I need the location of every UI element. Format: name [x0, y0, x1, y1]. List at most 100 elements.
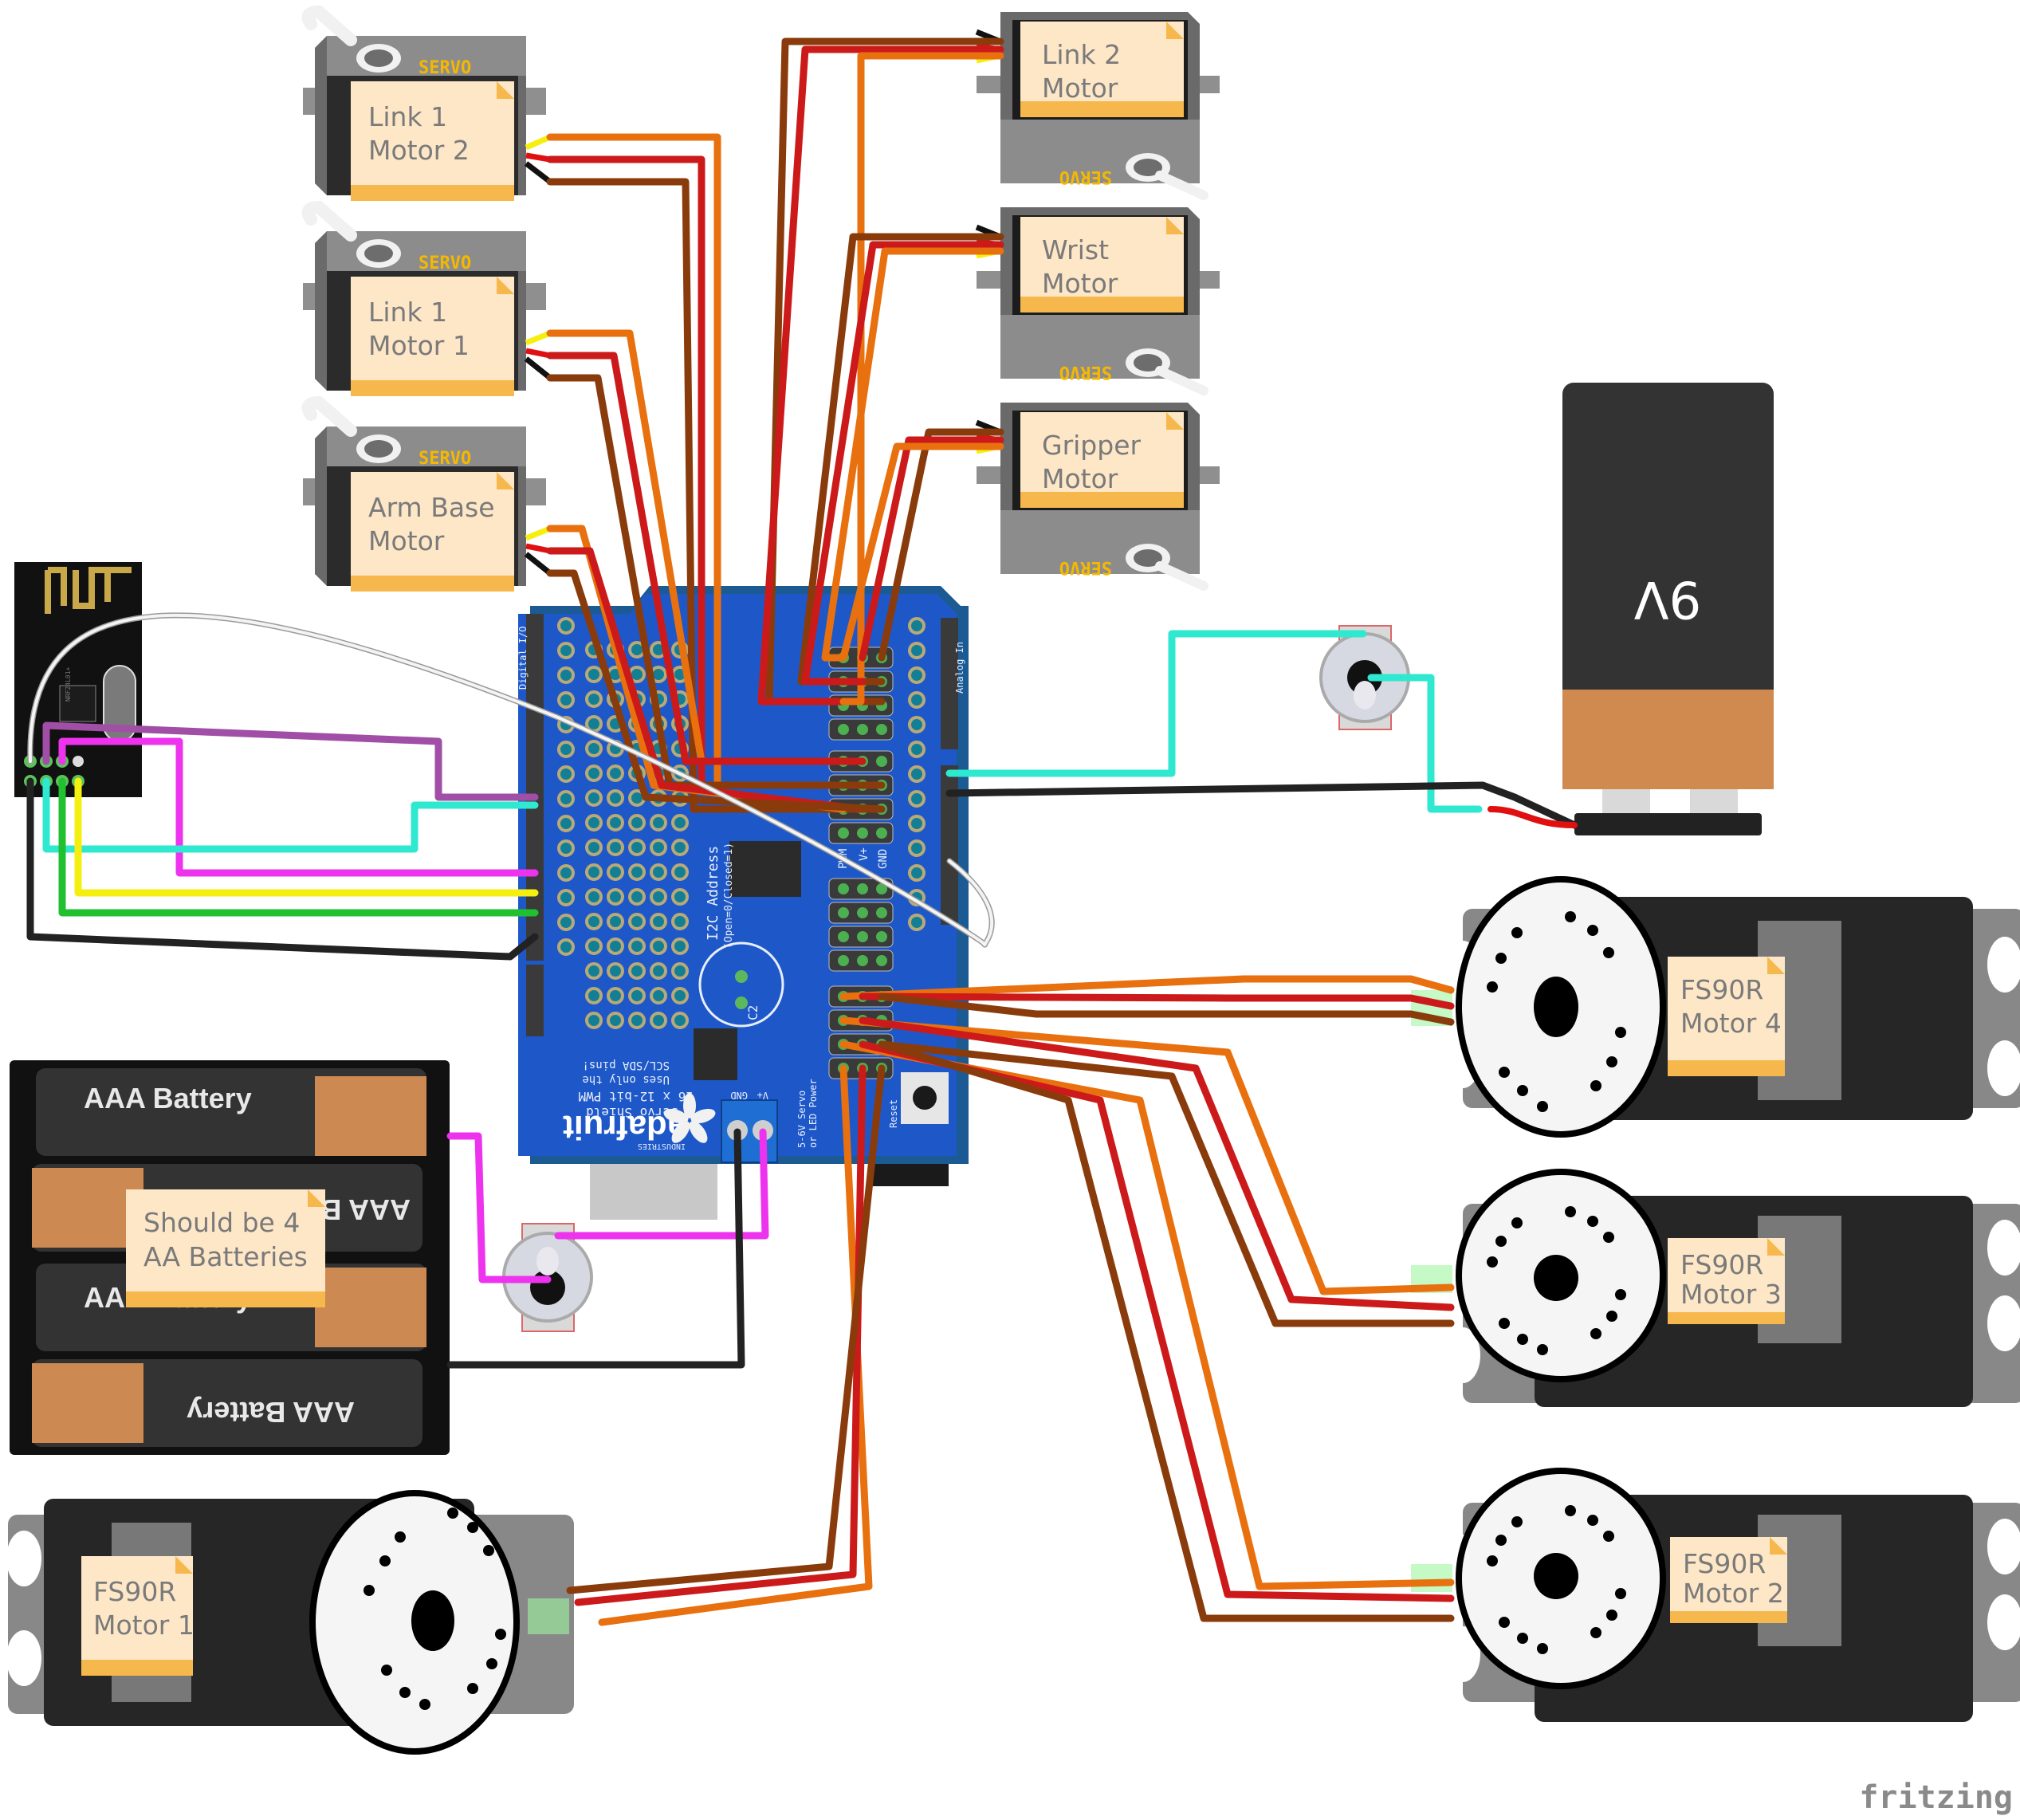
power-note-line1: 5-6V Servo — [796, 1091, 808, 1148]
note-line1: Should be 4 — [143, 1207, 300, 1238]
wire-battery-gnd[interactable] — [945, 781, 1578, 829]
proto-hole — [557, 914, 575, 931]
servo-link1-motor1[interactable]: SERVO Link 1 Motor 1 — [301, 200, 546, 396]
motor-label-line2: Motor 2 — [1683, 1578, 1784, 1609]
pwm-pin — [838, 931, 849, 942]
servo-link1-motor2[interactable]: SERVO Link 1 Motor 2 — [301, 5, 546, 201]
servo-label-line1: Link 1 — [368, 101, 447, 132]
pwm-pin — [857, 931, 868, 942]
aaa-cell-label: AAA Battery — [84, 1082, 252, 1114]
proto-hole — [628, 938, 646, 955]
proto-hole — [557, 741, 575, 758]
adafruit-servo-shield[interactable]: C2 GND V+ Reset Digital I/O Analog In I2… — [517, 586, 969, 1220]
motor-label-line1: FS90R — [1683, 1548, 1766, 1579]
proto-hole — [650, 888, 667, 906]
pwm-pin — [838, 907, 849, 918]
servo-link2-motor[interactable]: SERVO Link 2 Motor — [977, 12, 1220, 200]
motor-label-line1: FS90R — [1680, 1249, 1763, 1280]
servo-label-line2: Motor — [1042, 268, 1118, 299]
proto-hole — [607, 1012, 624, 1029]
capacitor-label: C2 — [745, 1005, 760, 1020]
proto-hole — [908, 914, 926, 931]
proto-hole — [585, 863, 603, 881]
proto-hole — [557, 790, 575, 808]
proto-hole — [585, 962, 603, 980]
aaa-cell-4: AAA Battery — [32, 1359, 422, 1447]
proto-hole — [607, 789, 624, 807]
proto-hole — [628, 987, 646, 1004]
nrf24l01-radio-module[interactable]: NRF24L01+ — [14, 562, 142, 797]
servo-label-line2: Motor — [1042, 73, 1118, 104]
servo-arm-base[interactable]: SERVO Arm Base Motor — [301, 395, 546, 592]
servo-label-line1: Gripper — [1042, 430, 1142, 461]
proto-hole — [628, 962, 646, 980]
motor-label-line2: Motor 1 — [93, 1610, 195, 1641]
proto-hole — [671, 913, 689, 930]
reset-label: Reset — [888, 1099, 899, 1128]
proto-hole — [557, 839, 575, 857]
proto-hole — [607, 888, 624, 906]
servo-label-line1: Link 2 — [1042, 39, 1121, 70]
wire-vin-switch[interactable] — [945, 630, 1367, 777]
pwm-pin — [857, 724, 868, 735]
pwm-pin — [876, 931, 887, 942]
proto-hole — [650, 987, 667, 1004]
servo-leads-left — [524, 134, 552, 576]
i2c-address-sublabel: (Open=0/Closed=1) — [723, 843, 735, 949]
aaa-battery-holder[interactable]: AAA Battery AAA Battery AAA Battery AAA … — [10, 1060, 450, 1455]
battery-9v[interactable]: 9V — [1562, 383, 1774, 835]
proto-hole — [650, 962, 667, 980]
proto-hole — [585, 765, 603, 782]
proto-hole — [671, 888, 689, 906]
proto-hole — [607, 913, 624, 930]
servo-label-line2: Motor — [368, 525, 445, 556]
circuit-diagram: SERVO Link 1 Motor 2 SERVO Link 1 Motor … — [6, 5, 2020, 1816]
proto-hole — [650, 863, 667, 881]
proto-hole — [908, 765, 926, 783]
proto-hole — [607, 765, 624, 782]
proto-hole — [671, 863, 689, 881]
proto-hole — [585, 666, 603, 683]
proto-hole — [628, 913, 646, 930]
servo-case-label: SERVO — [1059, 167, 1112, 187]
header-gnd-label: GND — [877, 849, 890, 869]
fs90r-motor-4[interactable]: FS90R Motor 4 — [1411, 876, 2020, 1138]
pwm-pin — [857, 827, 868, 839]
servo-gripper-motor[interactable]: SERVO Gripper Motor — [977, 403, 1220, 591]
fs90r-motor-3[interactable]: FS90R Motor 3 — [1411, 1169, 2020, 1407]
servo-case-label: SERVO — [419, 254, 471, 273]
shield-title-line1: 16 x 12-bit PWM — [579, 1089, 694, 1104]
proto-hole — [607, 839, 624, 856]
header-vplus-label: V+ — [858, 847, 870, 861]
power-note-line2: or LED Power — [808, 1079, 819, 1148]
proto-hole — [671, 839, 689, 856]
servo-case-label: SERVO — [419, 58, 471, 78]
fs90r-motor-2[interactable]: FS90R Motor 2 — [1411, 1468, 2020, 1722]
pwm-pin — [876, 907, 887, 918]
proto-hole — [671, 938, 689, 955]
proto-hole — [650, 839, 667, 856]
proto-hole — [650, 1012, 667, 1029]
servo-label-line2: Motor 1 — [368, 330, 470, 361]
pwm-pin — [857, 907, 868, 918]
proto-hole — [557, 617, 575, 635]
voltage-regulator — [694, 1028, 737, 1080]
fritzing-watermark: fritzing — [1859, 1779, 2013, 1816]
proto-hole — [908, 741, 926, 758]
proto-hole — [908, 864, 926, 882]
proto-hole — [671, 814, 689, 831]
proto-hole — [908, 666, 926, 684]
proto-hole — [671, 987, 689, 1004]
motor-label-line1: FS90R — [93, 1576, 176, 1607]
servo-wrist-motor[interactable]: SERVO Wrist Motor — [977, 207, 1220, 395]
servo-label-line2: Motor — [1042, 463, 1118, 494]
servo-case-label: SERVO — [1059, 557, 1112, 577]
aaa-cell-label: AAA Battery — [187, 1396, 355, 1429]
proto-hole — [607, 938, 624, 955]
proto-hole — [908, 691, 926, 709]
pwm-pin — [876, 756, 887, 767]
proto-hole — [628, 888, 646, 906]
scl-note-line1: Uses only the — [582, 1073, 670, 1086]
fs90r-motor-1[interactable]: FS90R Motor 1 — [6, 1490, 574, 1755]
proto-hole — [585, 987, 603, 1004]
